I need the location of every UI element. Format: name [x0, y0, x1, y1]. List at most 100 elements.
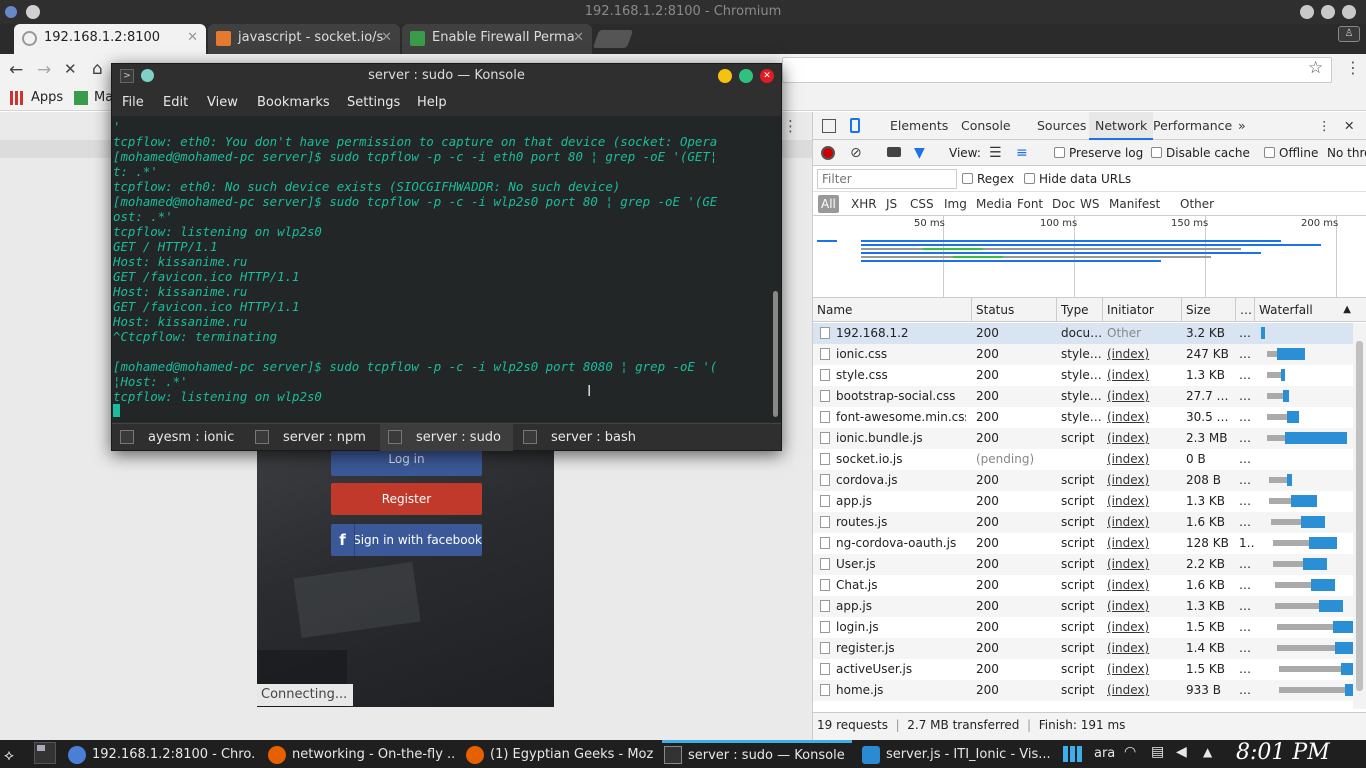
type-filter-other[interactable]: Other	[1177, 195, 1217, 213]
type-filter-js[interactable]: JS	[883, 195, 900, 213]
profile-icon[interactable]: ♙	[1338, 26, 1360, 42]
col-time[interactable]: …	[1236, 298, 1255, 322]
preserve-log-checkbox[interactable]: Preserve log	[1054, 146, 1143, 160]
window-menu-icon[interactable]	[26, 5, 40, 19]
menu-bookmarks[interactable]: Bookmarks	[257, 95, 330, 110]
home-icon[interactable]: ⌂	[92, 59, 103, 79]
cell-initiator[interactable]: (index)	[1107, 449, 1181, 470]
konsole-tab-ayesm-ionic[interactable]: ayesm : ionic	[112, 424, 244, 451]
col-name[interactable]: Name	[813, 298, 972, 322]
col-type[interactable]: Type	[1057, 298, 1103, 322]
inspect-icon[interactable]	[822, 119, 836, 133]
filter-input[interactable]	[817, 169, 957, 189]
table-row[interactable]: ionic.bundle.js 200 script (index) 2.3 MB…	[813, 428, 1353, 449]
new-tab-button[interactable]	[592, 30, 634, 48]
konsole-tab-server-npm[interactable]: server : npm	[247, 424, 378, 451]
desktop-pager[interactable]	[34, 742, 56, 764]
offline-checkbox[interactable]: Offline	[1264, 146, 1318, 160]
screenshot-icon[interactable]	[887, 147, 901, 157]
tab-performance[interactable]: Performance	[1153, 112, 1232, 140]
throttle-select[interactable]: No thro	[1327, 146, 1366, 160]
menu-edit[interactable]: Edit	[163, 95, 188, 110]
cell-name[interactable]: User.js	[836, 554, 966, 575]
forward-icon[interactable]: →	[37, 60, 51, 80]
cell-name[interactable]: routes.js	[836, 512, 966, 533]
register-button[interactable]: Register	[331, 483, 482, 515]
cell-initiator[interactable]: (index)	[1107, 575, 1181, 596]
close-tab-icon[interactable]: ✕	[187, 24, 198, 52]
hide-data-urls-checkbox[interactable]: Hide data URLs	[1024, 172, 1131, 186]
konsole-tab-server-sudo[interactable]: server : sudo	[380, 424, 513, 451]
menu-file[interactable]: File	[122, 95, 144, 110]
close-button[interactable]	[1342, 5, 1356, 19]
close-tab-icon[interactable]: ✕	[381, 24, 392, 52]
konsole-app-icon[interactable]: >	[120, 69, 134, 83]
cell-name[interactable]: ng-cordova-oauth.js	[836, 533, 966, 554]
back-icon[interactable]: ←	[9, 60, 23, 80]
table-row[interactable]: 192.168.1.2 200 docu… Other 3.2 KB…	[813, 323, 1353, 344]
large-rows-icon[interactable]: ☰	[989, 145, 1002, 161]
overview-icon[interactable]: ≡	[1016, 145, 1028, 161]
more-tabs-icon[interactable]: »	[1238, 112, 1246, 140]
cell-name[interactable]: Chat.js	[836, 575, 966, 596]
tab-console[interactable]: Console	[961, 112, 1011, 140]
cell-initiator[interactable]: (index)	[1107, 512, 1181, 533]
cell-name[interactable]: app.js	[836, 491, 966, 512]
table-row[interactable]: ng-cordova-oauth.js 200 script (index) 128 K…	[813, 533, 1353, 554]
maximize-button[interactable]	[1321, 5, 1335, 19]
clock[interactable]: 8:01 PM	[1236, 740, 1330, 765]
cell-name[interactable]: socket.io.js	[836, 449, 966, 470]
table-row[interactable]: User.js 200 script (index) 2.2 KB…	[813, 554, 1353, 575]
filter-icon[interactable]: ▼	[914, 145, 925, 161]
table-row[interactable]: cordova.js 200 script (index) 208 B…	[813, 470, 1353, 491]
tab-localhost[interactable]: 192.168.1.2:8100 ✕	[14, 24, 206, 54]
pin-icon[interactable]	[141, 69, 154, 82]
cell-name[interactable]: app.js	[836, 596, 966, 617]
konsole-titlebar[interactable]: server : sudo — Konsole	[112, 64, 781, 88]
cell-initiator[interactable]: (index)	[1107, 680, 1181, 701]
type-filter-css[interactable]: CSS	[907, 195, 937, 213]
type-filter-ws[interactable]: WS	[1077, 195, 1102, 213]
table-row[interactable]: routes.js 200 script (index) 1.6 KB…	[813, 512, 1353, 533]
table-row[interactable]: activeUser.js 200 script (index) 1.5 KB…	[813, 659, 1353, 680]
devtools-menu-icon[interactable]: ⋮	[1318, 112, 1331, 140]
konsole-close-button[interactable]: ✕	[760, 69, 774, 83]
table-row[interactable]: socket.io.js (pending) (index) 0 B…	[813, 449, 1353, 470]
cell-name[interactable]: home.js	[836, 680, 966, 701]
login-button[interactable]: Log in	[331, 448, 482, 476]
cell-name[interactable]: activeUser.js	[836, 659, 966, 680]
cell-initiator[interactable]: (index)	[1107, 554, 1181, 575]
col-size[interactable]: Size	[1182, 298, 1236, 322]
devtools-close-icon[interactable]: ✕	[1344, 112, 1354, 140]
clear-icon[interactable]: ⊘	[850, 145, 862, 161]
table-row[interactable]: bootstrap-social.css 200 style… (index) 27.7…	[813, 386, 1353, 407]
cell-initiator[interactable]: (index)	[1107, 617, 1181, 638]
stop-icon[interactable]: ✕	[64, 60, 77, 78]
cell-initiator[interactable]: (index)	[1107, 638, 1181, 659]
cell-initiator[interactable]: (index)	[1107, 407, 1181, 428]
cell-initiator[interactable]: (index)	[1107, 533, 1181, 554]
menu-help[interactable]: Help	[417, 95, 447, 110]
cell-name[interactable]: font-awesome.min.css	[836, 407, 966, 428]
cell-name[interactable]: 192.168.1.2	[836, 323, 966, 344]
type-filter-all[interactable]: All	[818, 195, 839, 213]
volume-icon[interactable]: ◀	[1176, 744, 1187, 760]
cell-initiator[interactable]: (index)	[1107, 344, 1181, 365]
cell-initiator[interactable]: Other	[1107, 323, 1181, 344]
device-mode-icon[interactable]	[850, 118, 860, 133]
konsole-tab-server-bash[interactable]: server : bash	[515, 424, 647, 451]
menu-view[interactable]: View	[207, 95, 238, 110]
terminal-output[interactable]: ' tcpflow: eth0: You don't have permissio…	[112, 116, 770, 422]
app-launcher-icon[interactable]: ⟡	[4, 746, 14, 764]
type-filter-doc[interactable]: Doc	[1049, 195, 1078, 213]
bookmark-star-icon[interactable]: ☆	[1308, 58, 1323, 78]
cell-name[interactable]: login.js	[836, 617, 966, 638]
tab-firewall[interactable]: Enable Firewall Perma ✕	[402, 24, 592, 54]
tray-expand-icon[interactable]: ▲	[1203, 745, 1212, 759]
cell-name[interactable]: cordova.js	[836, 470, 966, 491]
taskbar-vscode[interactable]: server.js - ITI_Ionic - Vis...	[860, 740, 1050, 768]
tab-sources[interactable]: Sources	[1037, 112, 1086, 140]
cell-name[interactable]: ionic.css	[836, 344, 966, 365]
table-row[interactable]: app.js 200 script (index) 1.3 KB…	[813, 491, 1353, 512]
table-scrollbar[interactable]	[1353, 323, 1366, 709]
